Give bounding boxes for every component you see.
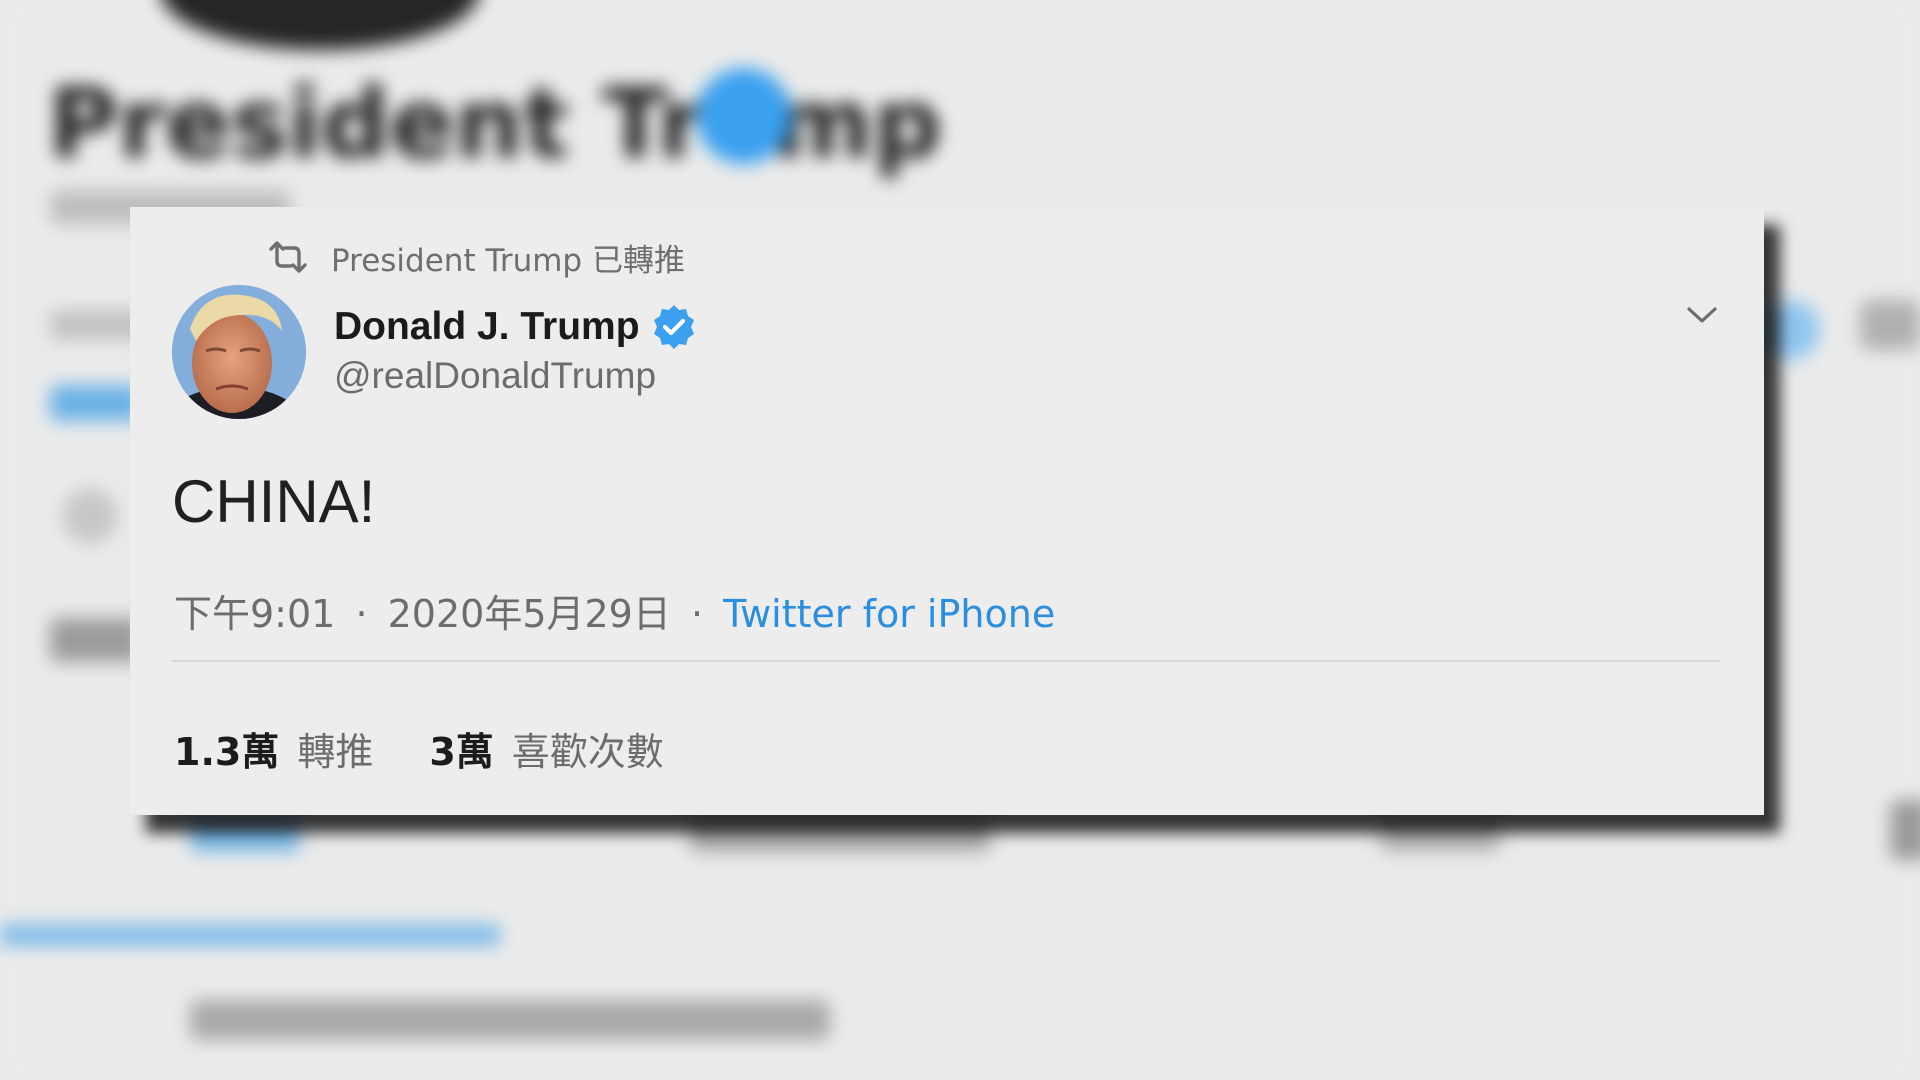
tab-tweets [190, 818, 300, 852]
profile-edge-element [1890, 800, 1920, 860]
author-name-row: Donald J. Trump [334, 303, 698, 351]
calendar-icon [62, 488, 118, 544]
tweet-source-link[interactable]: Twitter for iPhone [723, 592, 1055, 636]
follow-button [1760, 300, 1820, 360]
profile-name: President Trump [48, 68, 942, 180]
likes-stat[interactable]: 3萬 喜歡次數 [429, 721, 663, 776]
avatar[interactable] [172, 285, 306, 419]
chevron-down-icon[interactable] [1684, 301, 1720, 329]
tweet-time[interactable]: 下午9:01 [174, 592, 335, 636]
active-tab-underline [0, 924, 500, 946]
profile-link [50, 385, 140, 421]
likes-count: 3萬 [429, 730, 494, 774]
retweet-banner [190, 1000, 830, 1040]
author-photo [172, 285, 306, 419]
retweet-banner-text[interactable]: President Trump 已轉推 [331, 235, 685, 280]
retweets-stat[interactable]: 1.3萬 轉推 [174, 721, 373, 776]
verified-icon [696, 68, 792, 164]
tweet-stats: 1.3萬 轉推 3萬 喜歡次數 [174, 721, 664, 776]
retweet-icon [269, 241, 307, 273]
retweets-count: 1.3萬 [174, 730, 280, 774]
profile-following-count [50, 618, 140, 662]
tweet-text: CHINA! [172, 468, 376, 535]
tweet-meta: 下午9:01 · 2020年5月29日 · Twitter for iPhone [174, 583, 1055, 638]
author-display-name[interactable]: Donald J. Trump [334, 305, 640, 349]
profile-side-text [1860, 300, 1920, 350]
author-handle[interactable]: @realDonaldTrump [334, 355, 656, 397]
likes-label: 喜歡次數 [511, 730, 664, 774]
divider [172, 660, 1720, 662]
profile-avatar [160, 0, 480, 50]
tweet-card[interactable]: President Trump 已轉推 Donald J. Trump @rea… [130, 207, 1764, 815]
tab-media [1380, 818, 1500, 852]
tweet-date[interactable]: 2020年5月29日 [388, 592, 671, 636]
meta-separator: · [690, 592, 704, 636]
meta-separator: · [355, 592, 368, 636]
retweet-banner: President Trump 已轉推 [267, 235, 685, 280]
tab-tweets-and-replies [690, 818, 990, 852]
verified-badge-icon [653, 305, 694, 349]
retweets-label: 轉推 [297, 730, 374, 774]
